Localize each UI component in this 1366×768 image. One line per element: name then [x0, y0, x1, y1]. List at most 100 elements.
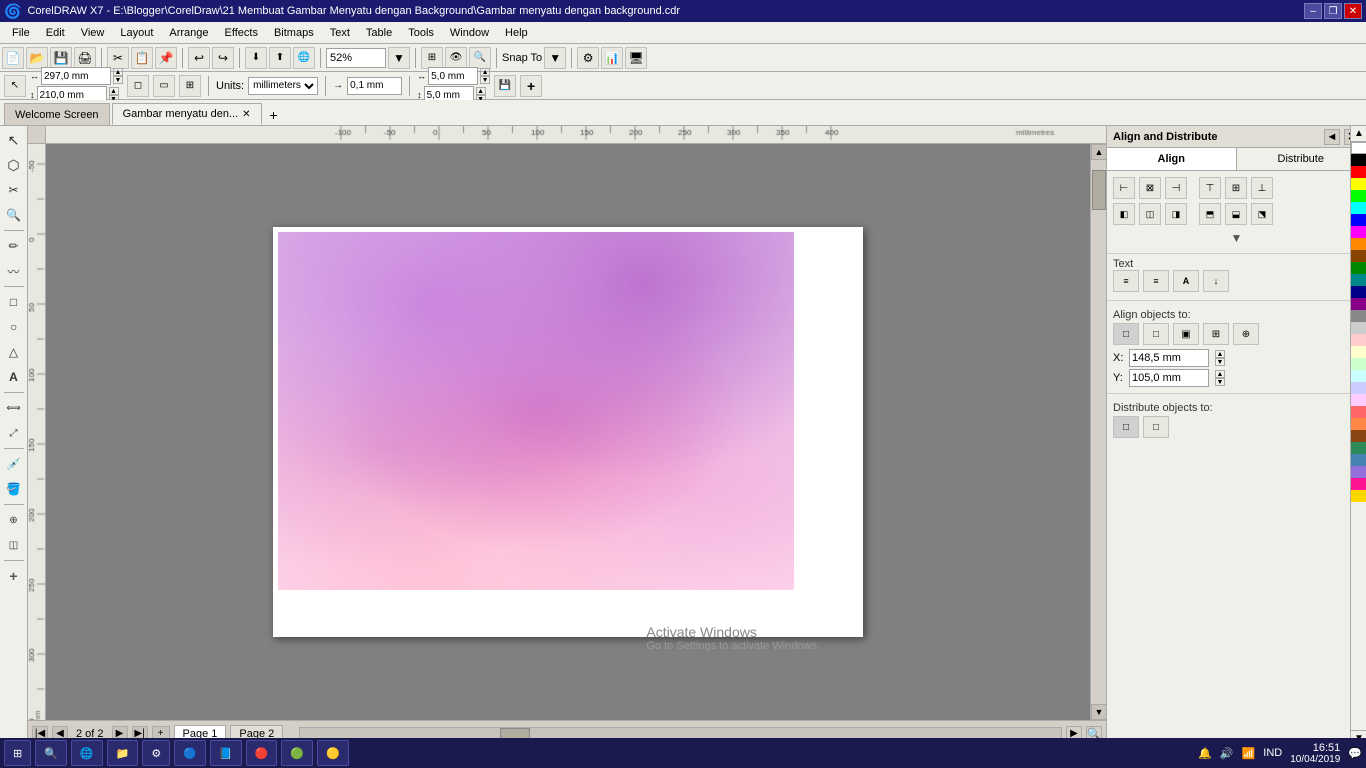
width-down[interactable]: ▼	[113, 76, 123, 84]
align-center-h-btn[interactable]: ⊠	[1139, 177, 1161, 199]
color-magentialight[interactable]	[1351, 394, 1366, 406]
color-blue[interactable]	[1351, 214, 1366, 226]
options-btn[interactable]: ⚙	[577, 47, 599, 69]
minimize-button[interactable]: –	[1304, 3, 1322, 19]
align-page-center-h-btn[interactable]: ◫	[1139, 203, 1161, 225]
select-all-btn[interactable]: ↖	[4, 75, 26, 97]
taskbar-app2[interactable]: 🔴	[246, 740, 278, 766]
notification-btn[interactable]: 💬	[1348, 747, 1362, 760]
text-tool[interactable]: A	[2, 365, 26, 389]
dup-h-up[interactable]: ▲	[480, 68, 490, 76]
fill-tool[interactable]: 🪣	[2, 477, 26, 501]
zoom-tool[interactable]: 🔍	[2, 203, 26, 227]
color-orange[interactable]	[1351, 238, 1366, 250]
taskbar-app1[interactable]: 🔵	[174, 740, 206, 766]
taskbar-app3[interactable]: 🟢	[281, 740, 313, 766]
restore-button[interactable]: ❐	[1324, 3, 1342, 19]
color-navy[interactable]	[1351, 286, 1366, 298]
color-pinklight[interactable]	[1351, 334, 1366, 346]
align-page-top-btn[interactable]: ⬒	[1199, 203, 1221, 225]
align-bottom-btn[interactable]: ⊥	[1251, 177, 1273, 199]
y-up[interactable]: ▲	[1215, 370, 1225, 378]
color-cyan[interactable]	[1351, 202, 1366, 214]
align-right-btn[interactable]: ⊣	[1165, 177, 1187, 199]
menu-effects[interactable]: Effects	[217, 25, 266, 41]
vscroll-down-btn[interactable]: ▼	[1091, 704, 1106, 720]
color-magenta[interactable]	[1351, 226, 1366, 238]
zoom-to-page[interactable]: ⊞	[421, 47, 443, 69]
zoom-input[interactable]	[326, 48, 386, 68]
panel-expand-btn[interactable]: ◄	[1324, 129, 1340, 145]
text-left-btn[interactable]: ≡	[1113, 270, 1139, 292]
blend-tool[interactable]: ⊕	[2, 508, 26, 532]
align-page-bottom-btn[interactable]: ⬔	[1251, 203, 1273, 225]
save-drawing-btn[interactable]: 💾	[494, 75, 516, 97]
open-button[interactable]: 📂	[26, 47, 48, 69]
y-input[interactable]	[1129, 369, 1209, 387]
align-active-obj-btn[interactable]: □	[1113, 323, 1139, 345]
align-margin-obj-btn[interactable]: ▣	[1173, 323, 1199, 345]
color-green[interactable]	[1351, 190, 1366, 202]
paste-button[interactable]: 📌	[155, 47, 177, 69]
align-specified-btn[interactable]: ⊕	[1233, 323, 1259, 345]
menu-layout[interactable]: Layout	[112, 25, 161, 41]
color-brown[interactable]	[1351, 250, 1366, 262]
color-gray[interactable]	[1351, 310, 1366, 322]
zoom-in[interactable]: 🔍	[469, 47, 491, 69]
nudge-input[interactable]	[347, 77, 402, 95]
distribute-tab[interactable]: Distribute	[1237, 148, 1366, 170]
align-center-v-btn[interactable]: ⊞	[1225, 177, 1247, 199]
taskbar-word[interactable]: 📘	[210, 740, 242, 766]
text-down-btn[interactable]: ↓	[1203, 270, 1229, 292]
eyedropper-tool[interactable]: 💉	[2, 452, 26, 476]
add-page-bottom-btn[interactable]: +	[2, 564, 26, 588]
display-btn[interactable]: 🖥	[625, 47, 647, 69]
align-left-btn[interactable]: ⊢	[1113, 177, 1135, 199]
page-width-input[interactable]	[41, 67, 111, 85]
menu-bitmaps[interactable]: Bitmaps	[266, 25, 322, 41]
undo-button[interactable]: ↩	[188, 47, 210, 69]
color-steelblue[interactable]	[1351, 454, 1366, 466]
color-gold[interactable]	[1351, 490, 1366, 502]
import-button[interactable]: ⬇	[245, 47, 267, 69]
select-tool[interactable]: ↖	[2, 128, 26, 152]
search-button[interactable]: 🔍	[35, 740, 67, 766]
menu-arrange[interactable]: Arrange	[161, 25, 216, 41]
landscape-btn[interactable]: ▭	[153, 75, 175, 97]
color-deeppink[interactable]	[1351, 478, 1366, 490]
polygon-tool[interactable]: △	[2, 340, 26, 364]
crop-tool[interactable]: ✂	[2, 178, 26, 202]
color-darkgreen[interactable]	[1351, 262, 1366, 274]
x-input[interactable]	[1129, 349, 1209, 367]
ellipse-tool[interactable]: ○	[2, 315, 26, 339]
shape-tool[interactable]: ⬡	[2, 153, 26, 177]
menu-tools[interactable]: Tools	[400, 25, 442, 41]
color-black[interactable]	[1351, 154, 1366, 166]
save-button[interactable]: 💾	[50, 47, 72, 69]
rectangle-tool[interactable]: □	[2, 290, 26, 314]
portrait-btn[interactable]: ◻	[127, 75, 149, 97]
freehand-tool[interactable]: ✏	[2, 234, 26, 258]
taskbar-settings[interactable]: ⚙	[142, 740, 170, 766]
units-select[interactable]: millimeters	[248, 77, 318, 95]
print-button[interactable]: 🖨	[74, 47, 96, 69]
color-saddlebrown[interactable]	[1351, 430, 1366, 442]
canvas-scroll[interactable]: Activate Windows Go to Settings to activ…	[46, 144, 1090, 720]
tab-welcome[interactable]: Welcome Screen	[4, 103, 110, 125]
color-red[interactable]	[1351, 166, 1366, 178]
palette-up-btn[interactable]: ▲	[1351, 126, 1366, 142]
y-down[interactable]: ▼	[1215, 378, 1225, 386]
export-button[interactable]: ⬆	[269, 47, 291, 69]
all-pages-btn[interactable]: ⊞	[179, 75, 201, 97]
color-yellow[interactable]	[1351, 178, 1366, 190]
parallel-dim-tool[interactable]: ⟺	[2, 396, 26, 420]
smart-draw-tool[interactable]: 〰	[2, 259, 26, 283]
connector-tool[interactable]: ⤢	[2, 421, 26, 445]
width-up[interactable]: ▲	[113, 68, 123, 76]
text-right-btn[interactable]: A	[1173, 270, 1199, 292]
redo-button[interactable]: ↪	[212, 47, 234, 69]
x-up[interactable]: ▲	[1215, 350, 1225, 358]
color-greenlight[interactable]	[1351, 358, 1366, 370]
color-teal[interactable]	[1351, 274, 1366, 286]
color-seagreen[interactable]	[1351, 442, 1366, 454]
